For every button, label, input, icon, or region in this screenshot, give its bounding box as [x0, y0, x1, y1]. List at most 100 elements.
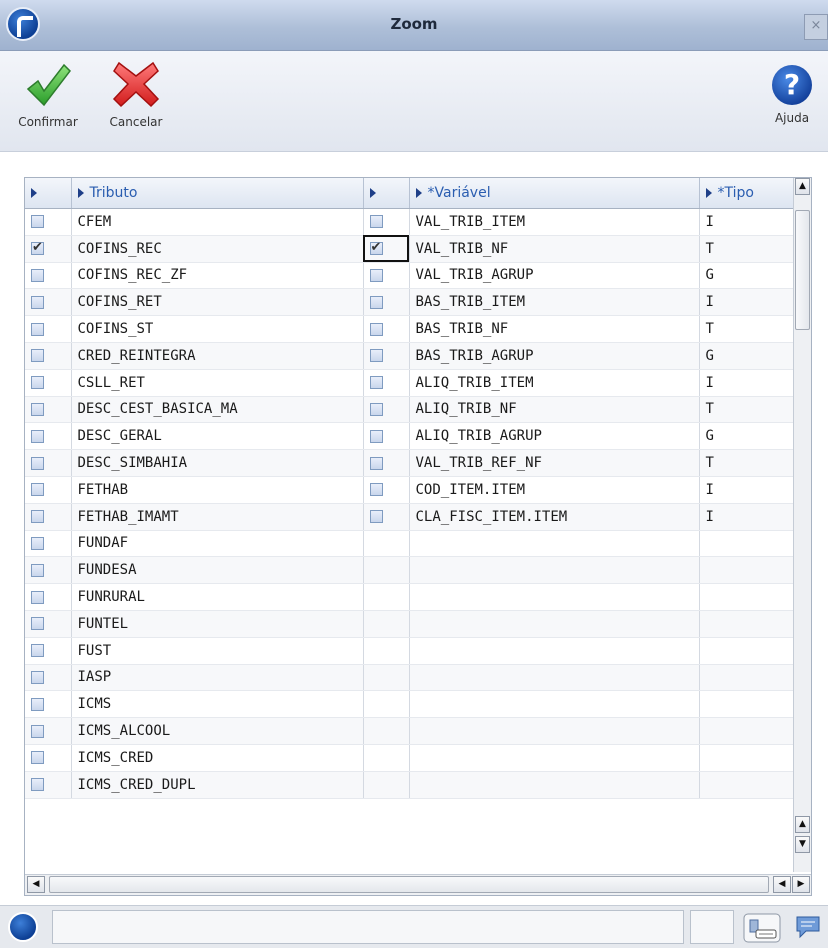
scroll-left-icon[interactable]: ◀ [27, 876, 45, 893]
confirm-button[interactable]: Confirmar [8, 59, 88, 129]
table-row[interactable]: FETHAB_IMAMT CLA_FISC_ITEM.ITEM I [25, 503, 796, 531]
tributo-checkbox-cell[interactable] [25, 664, 72, 692]
table-row[interactable]: ICMS_CRED_DUPL [25, 771, 796, 799]
table-row[interactable]: CSLL_RET ALIQ_TRIB_ITEM I [25, 369, 796, 397]
table-row[interactable]: ICMS_ALCOOL [25, 717, 796, 745]
horizontal-scrollbar[interactable]: ◀ ◀ ▶ [25, 874, 811, 895]
variavel-checkbox[interactable] [369, 215, 383, 229]
variavel-checkbox-cell[interactable] [363, 342, 410, 370]
tributo-checkbox[interactable] [31, 268, 44, 282]
tributo-checkbox[interactable] [31, 322, 44, 336]
tributo-checkbox-cell[interactable] [25, 530, 72, 558]
variavel-checkbox-cell[interactable] [363, 288, 410, 317]
variavel-checkbox[interactable] [369, 295, 383, 309]
scroll-right-icon[interactable]: ▶ [792, 876, 810, 893]
scroll-down-icon[interactable]: ▼ [795, 836, 810, 853]
table-row[interactable]: FUNTEL [25, 610, 796, 638]
table-row[interactable]: ICMS [25, 690, 796, 719]
variavel-checkbox-cell[interactable] [363, 637, 410, 665]
table-row[interactable]: COFINS_RET BAS_TRIB_ITEM I [25, 288, 796, 317]
tributo-checkbox[interactable] [31, 295, 44, 309]
tributo-column-header[interactable]: Tributo [71, 178, 364, 209]
table-row[interactable]: FETHAB COD_ITEM.ITEM I [25, 476, 796, 504]
tributo-checkbox-cell[interactable] [25, 503, 72, 531]
tributo-checkbox-cell[interactable] [25, 449, 72, 477]
tributo-checkbox-cell[interactable] [25, 717, 72, 745]
scroll-up-icon[interactable]: ▲ [795, 816, 810, 833]
tributo-checkbox[interactable] [31, 536, 44, 550]
variavel-checkbox-cell[interactable] [363, 315, 410, 343]
select-all-variavel-header[interactable] [363, 178, 410, 209]
variavel-checkbox[interactable] [369, 483, 383, 497]
variavel-checkbox-cell[interactable] [363, 771, 410, 799]
tributo-checkbox-cell[interactable] [25, 369, 72, 397]
variavel-checkbox-cell[interactable] [363, 744, 410, 772]
variavel-checkbox-cell[interactable] [363, 235, 410, 263]
chat-icon[interactable] [794, 914, 822, 940]
table-row[interactable]: DESC_CEST_BASICA_MA ALIQ_TRIB_NF T [25, 396, 796, 424]
close-button[interactable]: × [804, 14, 828, 40]
variavel-checkbox-cell[interactable] [363, 690, 410, 719]
variavel-checkbox[interactable] [369, 456, 383, 470]
table-row[interactable]: CFEM VAL_TRIB_ITEM I [25, 208, 796, 236]
variavel-checkbox-cell[interactable] [363, 369, 410, 397]
table-row[interactable]: FUST [25, 637, 796, 665]
tributo-checkbox-cell[interactable] [25, 637, 72, 665]
scroll-left-icon[interactable]: ◀ [773, 876, 791, 893]
tributo-checkbox[interactable] [31, 376, 44, 390]
tributo-checkbox[interactable] [31, 697, 44, 711]
variavel-checkbox-cell[interactable] [363, 664, 410, 692]
tributo-checkbox[interactable] [31, 563, 44, 577]
table-row[interactable]: DESC_GERAL ALIQ_TRIB_AGRUP G [25, 422, 796, 451]
tributo-checkbox[interactable] [31, 456, 44, 470]
tributo-checkbox-cell[interactable] [25, 288, 72, 317]
tributo-checkbox[interactable] [31, 724, 44, 738]
variavel-checkbox-cell[interactable] [363, 610, 410, 638]
variavel-checkbox-cell[interactable] [363, 422, 410, 451]
tributo-checkbox-cell[interactable] [25, 342, 72, 370]
variavel-checkbox-cell[interactable] [363, 396, 410, 424]
scroll-up-icon[interactable]: ▲ [795, 178, 810, 195]
variavel-checkbox-cell[interactable] [363, 208, 410, 236]
variavel-checkbox[interactable] [369, 322, 383, 336]
table-row[interactable]: COFINS_REC VAL_TRIB_NFT [25, 235, 796, 263]
tributo-checkbox-cell[interactable] [25, 771, 72, 799]
tributo-checkbox-cell[interactable] [25, 476, 72, 504]
tributo-checkbox-cell[interactable] [25, 315, 72, 343]
variavel-checkbox[interactable] [369, 402, 383, 416]
table-row[interactable]: IASP [25, 664, 796, 692]
table-row[interactable]: ICMS_CRED [25, 744, 796, 772]
tributo-checkbox[interactable] [31, 483, 44, 497]
help-button[interactable]: ? Ajuda [760, 59, 824, 125]
variavel-checkbox-cell[interactable] [363, 717, 410, 745]
variavel-checkbox-cell[interactable] [363, 262, 410, 290]
variavel-checkbox[interactable] [369, 268, 383, 282]
variavel-checkbox-cell[interactable] [363, 556, 410, 585]
variavel-checkbox[interactable] [369, 349, 383, 363]
horizontal-scroll-thumb[interactable] [49, 876, 769, 893]
variavel-checkbox-cell[interactable] [363, 476, 410, 504]
tributo-checkbox-cell[interactable] [25, 690, 72, 719]
tributo-checkbox[interactable] [31, 429, 44, 443]
tributo-checkbox[interactable] [31, 778, 44, 792]
variavel-checkbox-cell[interactable] [363, 449, 410, 477]
table-row[interactable]: FUNDESA [25, 556, 796, 585]
table-row[interactable]: DESC_SIMBAHIA VAL_TRIB_REF_NF T [25, 449, 796, 477]
tributo-checkbox-cell[interactable] [25, 744, 72, 772]
tributo-checkbox[interactable] [31, 215, 44, 229]
vertical-scroll-thumb[interactable] [795, 210, 810, 330]
variavel-checkbox-cell[interactable] [363, 503, 410, 531]
tributo-checkbox[interactable] [31, 349, 44, 363]
tributo-checkbox[interactable] [31, 402, 44, 416]
tributo-checkbox[interactable] [31, 590, 44, 604]
variavel-checkbox[interactable] [369, 376, 383, 390]
table-row[interactable]: FUNRURAL [25, 583, 796, 611]
variavel-checkbox[interactable] [369, 429, 383, 443]
variavel-checkbox[interactable] [369, 240, 383, 256]
tributo-checkbox[interactable] [31, 240, 44, 256]
table-row[interactable]: FUNDAF [25, 530, 796, 558]
tributo-checkbox[interactable] [31, 751, 44, 765]
variavel-checkbox[interactable] [369, 510, 383, 524]
variavel-checkbox-cell[interactable] [363, 530, 410, 558]
vertical-scrollbar[interactable]: ▲ ▲ ▼ [793, 178, 811, 872]
